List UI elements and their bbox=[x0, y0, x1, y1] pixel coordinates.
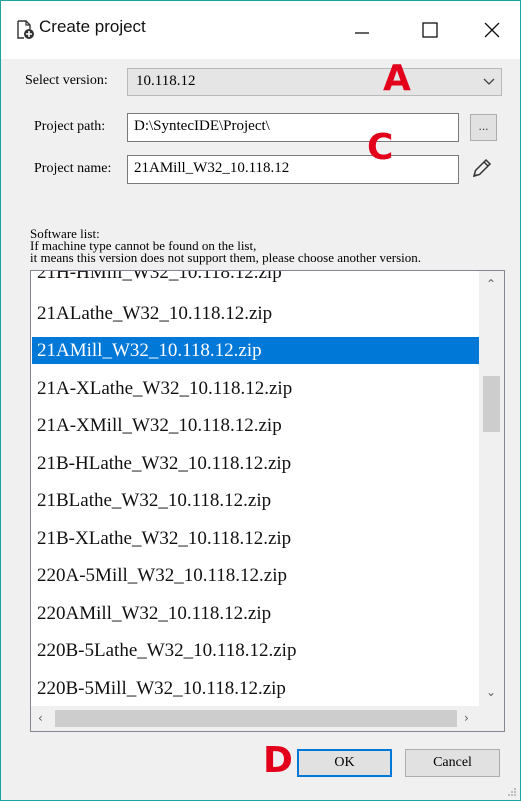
minimize-icon bbox=[355, 32, 369, 34]
path-label: Project path: bbox=[34, 119, 106, 134]
project-path-value: D:\SyntecIDE\Project\ bbox=[134, 118, 270, 134]
list-item[interactable]: 220AMill_W32_10.118.12.zip bbox=[32, 600, 271, 627]
version-select[interactable]: 10.118.12 bbox=[127, 68, 502, 96]
software-listbox[interactable]: 21H-HMill_W32_10.118.12.zip 21ALathe_W32… bbox=[30, 270, 505, 732]
name-label: Project name: bbox=[34, 161, 112, 176]
list-item[interactable]: 21ALathe_W32_10.118.12.zip bbox=[32, 300, 272, 327]
scroll-left-icon[interactable]: ‹ bbox=[38, 711, 43, 725]
close-button[interactable] bbox=[469, 7, 515, 53]
vertical-scrollbar[interactable]: ⌃ ⌄ bbox=[479, 271, 504, 707]
window-title: Create project bbox=[39, 17, 146, 36]
scroll-up-icon[interactable]: ⌃ bbox=[486, 277, 496, 291]
title-bar: Create project bbox=[1, 1, 520, 59]
list-item[interactable]: 220B-5Mill_W32_10.118.12.zip bbox=[32, 675, 286, 702]
project-name-input[interactable]: 21AMill_W32_10.118.12 bbox=[127, 155, 459, 184]
annotation-c: C bbox=[367, 127, 394, 168]
list-item-selected[interactable]: 21AMill_W32_10.118.12.zip bbox=[32, 337, 482, 364]
list-item[interactable]: 21BLathe_W32_10.118.12.zip bbox=[32, 487, 271, 514]
scroll-corner bbox=[479, 706, 504, 731]
close-icon bbox=[484, 22, 500, 38]
list-item[interactable]: 220B-5Lathe_W32_10.118.12.zip bbox=[32, 637, 296, 664]
horizontal-scrollbar[interactable]: ‹ › bbox=[31, 706, 479, 731]
new-project-icon bbox=[17, 20, 34, 39]
chevron-down-icon bbox=[483, 78, 495, 85]
list-item[interactable]: 21A-XLathe_W32_10.118.12.zip bbox=[32, 375, 292, 402]
list-item[interactable]: 21B-XLathe_W32_10.118.12.zip bbox=[32, 525, 291, 552]
vertical-scroll-thumb[interactable] bbox=[483, 376, 500, 432]
list-item[interactable]: 21H-HMill_W32_10.118.12.zip bbox=[32, 271, 282, 286]
list-item[interactable]: 220A-5Mill_W32_10.118.12.zip bbox=[32, 562, 287, 589]
maximize-button[interactable] bbox=[407, 7, 453, 53]
list-item[interactable]: 21A-XMill_W32_10.118.12.zip bbox=[32, 412, 282, 439]
list-item[interactable]: 21B-HLathe_W32_10.118.12.zip bbox=[32, 450, 291, 477]
scroll-down-icon[interactable]: ⌄ bbox=[486, 685, 496, 699]
annotation-a: A bbox=[383, 58, 411, 99]
version-label: Select version: bbox=[25, 73, 108, 88]
create-project-dialog: Create project Select version: 10.118.12… bbox=[0, 0, 521, 801]
software-list-info: Software list: If machine type cannot be… bbox=[30, 227, 422, 265]
cancel-button[interactable]: Cancel bbox=[405, 749, 500, 777]
pencil-icon[interactable] bbox=[470, 156, 494, 180]
ok-button[interactable]: OK bbox=[297, 749, 392, 777]
annotation-d: D bbox=[263, 740, 293, 781]
version-value: 10.118.12 bbox=[136, 73, 196, 89]
browse-button[interactable]: ... bbox=[470, 114, 497, 141]
minimize-button[interactable] bbox=[339, 7, 385, 53]
horizontal-scroll-thumb[interactable] bbox=[55, 710, 457, 727]
project-name-value: 21AMill_W32_10.118.12 bbox=[134, 160, 290, 176]
resize-grip-icon[interactable] bbox=[507, 787, 517, 797]
project-path-input[interactable]: D:\SyntecIDE\Project\ bbox=[127, 113, 459, 142]
scroll-right-icon[interactable]: › bbox=[464, 711, 469, 725]
software-list-note-2: it means this version does not support t… bbox=[30, 250, 422, 265]
maximize-icon bbox=[422, 22, 438, 38]
